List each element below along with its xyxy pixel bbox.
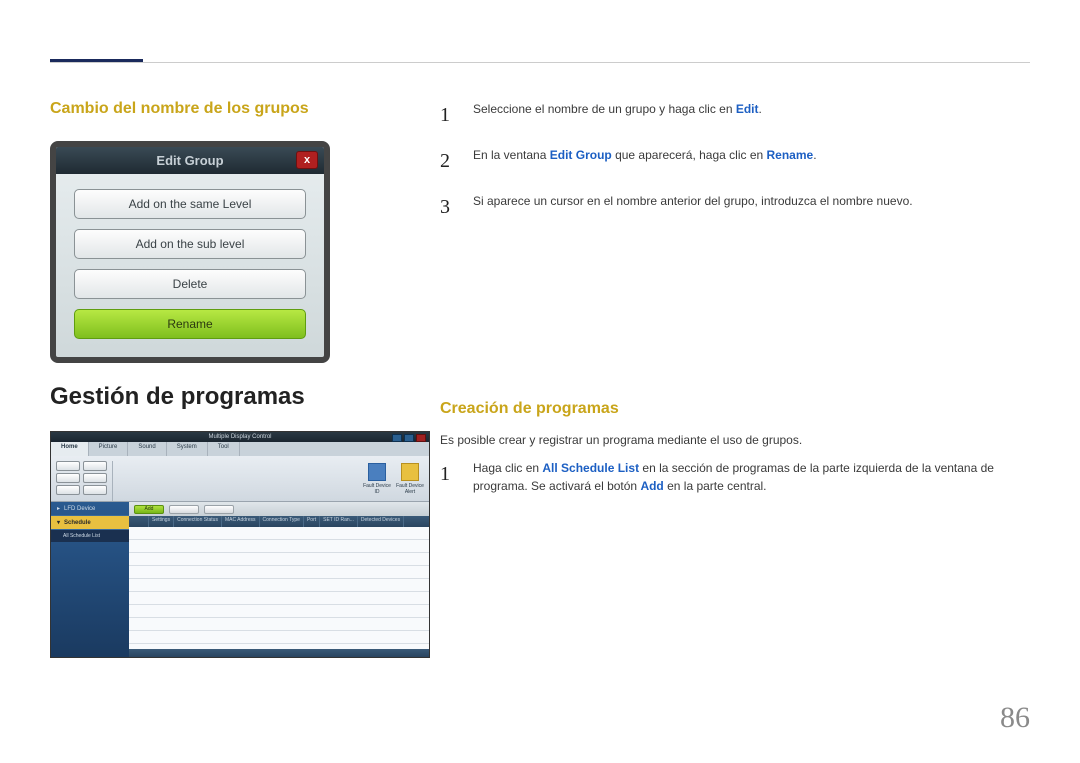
toolbar-btn[interactable]	[169, 505, 199, 514]
keyword-rename: Rename	[767, 148, 814, 162]
tab-home[interactable]: Home	[51, 442, 89, 456]
rename-button[interactable]: Rename	[74, 309, 306, 339]
col-blank	[129, 516, 149, 527]
ribbon-btn[interactable]	[83, 485, 107, 495]
maximize-icon[interactable]	[404, 434, 414, 442]
page-number: 86	[1000, 701, 1030, 735]
col-mac: MAC Address	[222, 516, 260, 527]
sidebar-item-schedule[interactable]: ▾ Schedule	[51, 516, 129, 530]
dialog-title: Edit Group x	[56, 147, 324, 174]
chevron-right-icon: ▸	[57, 505, 60, 512]
tab-tool[interactable]: Tool	[208, 442, 240, 456]
edit-group-dialog: Edit Group x Add on the same Level Add o…	[50, 141, 330, 363]
section2-steps: 1 Haga clic en All Schedule List en la s…	[440, 459, 1030, 495]
step-text: Seleccione el nombre de un grupo y haga …	[473, 102, 736, 116]
step-num: 1	[440, 459, 455, 495]
app-titlebar: Multiple Display Control	[51, 432, 429, 442]
dialog-title-text: Edit Group	[156, 153, 223, 168]
add-same-level-button[interactable]: Add on the same Level	[74, 189, 306, 219]
top-rule	[50, 62, 1030, 63]
fault-alert-label: Fault Device Alert	[396, 483, 424, 495]
step-text: que aparecerá, haga clic en	[612, 148, 767, 162]
step-1: 1 Haga clic en All Schedule List en la s…	[440, 459, 1030, 495]
ribbon-btn[interactable]	[56, 473, 80, 483]
sidebar-schedule-label: Schedule	[64, 520, 91, 526]
ribbon-btn[interactable]	[56, 485, 80, 495]
close-window-icon[interactable]	[416, 434, 426, 442]
col-port: Port	[304, 516, 320, 527]
section2-subtitle: Creación de programas	[440, 400, 619, 418]
step-3: 3 Si aparece un cursor en el nombre ante…	[440, 192, 1030, 222]
add-sub-level-button[interactable]: Add on the sub level	[74, 229, 306, 259]
tab-sound[interactable]: Sound	[128, 442, 166, 456]
step-num: 2	[440, 146, 455, 176]
app-window: Multiple Display Control Home Picture So…	[50, 431, 430, 658]
step-text: Si aparece un cursor en el nombre anteri…	[473, 192, 913, 222]
col-settings: Settings	[149, 516, 174, 527]
step-num: 1	[440, 100, 455, 130]
step-2: 2 En la ventana Edit Group que aparecerá…	[440, 146, 1030, 176]
section2-intro: Es posible crear y registrar un programa…	[440, 433, 1030, 447]
col-detected: Detected Devices	[358, 516, 404, 527]
keyword-add: Add	[640, 479, 663, 493]
step-text: Haga clic en	[473, 461, 542, 475]
fault-id-label: Fault Device ID	[363, 483, 391, 495]
section1-steps: 1 Seleccione el nombre de un grupo y hag…	[440, 100, 1030, 222]
sidebar-lfd-label: LFD Device	[64, 506, 95, 512]
step-1: 1 Seleccione el nombre de un grupo y hag…	[440, 100, 1030, 130]
app-title-text: Multiple Display Control	[208, 434, 271, 440]
col-connstatus: Connection Status	[174, 516, 222, 527]
delete-button[interactable]: Delete	[74, 269, 306, 299]
section1-title: Cambio del nombre de los grupos	[50, 100, 309, 118]
col-conntype: Connection Type	[260, 516, 304, 527]
step-text: en la parte central.	[664, 479, 767, 493]
step-num: 3	[440, 192, 455, 222]
step-text: .	[759, 102, 762, 116]
col-setid: SET ID Ran...	[320, 516, 358, 527]
app-footer	[129, 649, 429, 657]
ribbon-btn[interactable]	[83, 473, 107, 483]
sidebar-item-lfd[interactable]: ▸ LFD Device	[51, 502, 129, 516]
ribbon-btn[interactable]	[83, 461, 107, 471]
step-text: En la ventana	[473, 148, 550, 162]
step-text: .	[813, 148, 816, 162]
minimize-icon[interactable]	[392, 434, 402, 442]
toolbar-btn[interactable]	[204, 505, 234, 514]
keyword-edit: Edit	[736, 102, 759, 116]
keyword-editgroup: Edit Group	[550, 148, 612, 162]
chevron-down-icon: ▾	[57, 519, 60, 526]
add-button[interactable]: Add	[134, 505, 164, 514]
tab-picture[interactable]: Picture	[89, 442, 129, 456]
grid-body	[129, 527, 429, 649]
close-icon[interactable]: x	[296, 151, 318, 169]
tab-system[interactable]: System	[167, 442, 208, 456]
grid-header: Settings Connection Status MAC Address C…	[129, 516, 429, 527]
section2-title: Gestión de programas	[50, 383, 400, 411]
sidebar-sub-all-schedule[interactable]: All Schedule List	[51, 530, 129, 542]
fault-device-id-icon[interactable]: Fault Device ID	[363, 461, 391, 497]
ribbon-btn[interactable]	[56, 461, 80, 471]
fault-device-alert-icon[interactable]: Fault Device Alert	[396, 461, 424, 497]
keyword-allschedule: All Schedule List	[542, 461, 639, 475]
